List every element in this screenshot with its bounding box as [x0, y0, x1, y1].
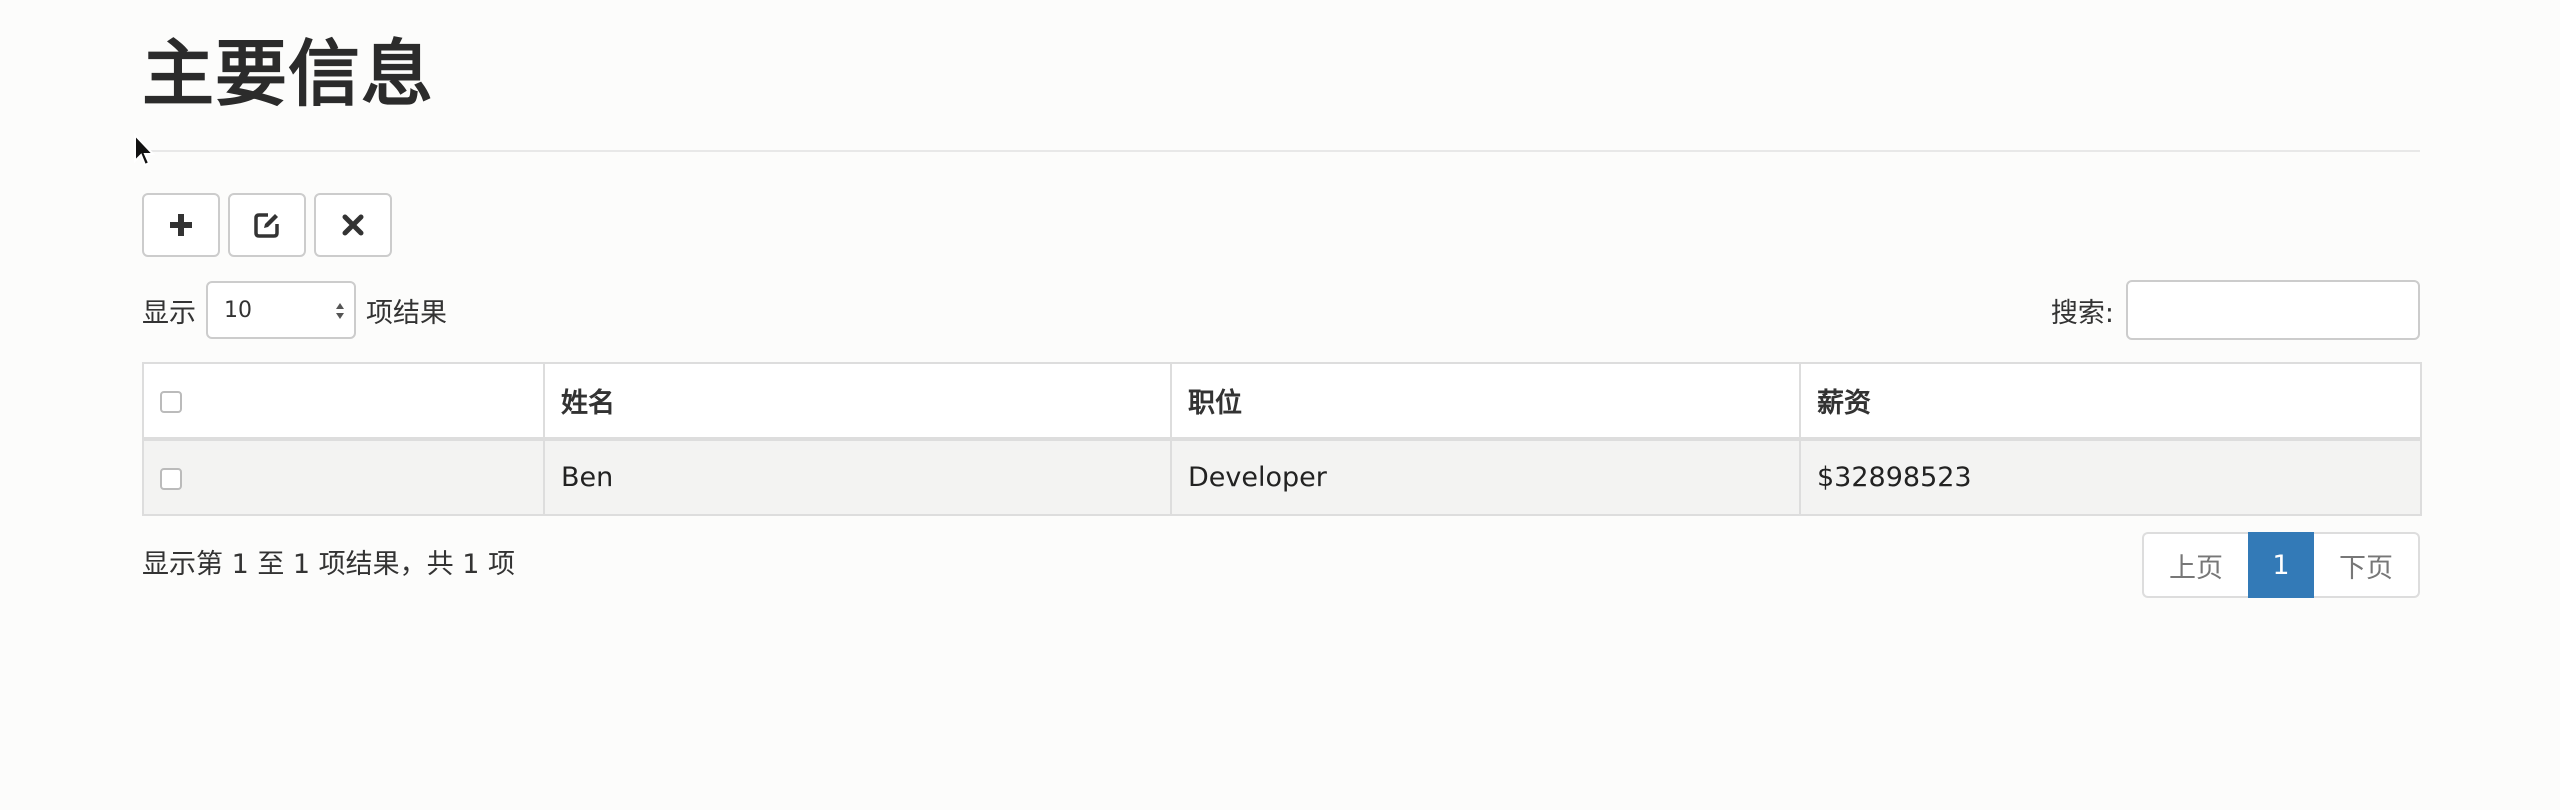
search-label: 搜索: [2050, 297, 2114, 329]
select-all-header [142, 362, 545, 441]
mouse-cursor-icon [134, 133, 156, 167]
plus-icon [170, 214, 192, 236]
title-divider [142, 150, 2420, 152]
table-header-row: 姓名 职位 薪资 [142, 362, 2422, 441]
table-row[interactable]: Ben Developer $32898523 [142, 438, 2422, 516]
length-suffix-label: 项结果 [366, 297, 447, 329]
search-input[interactable] [2126, 280, 2420, 340]
x-icon [342, 214, 364, 236]
select-arrows-icon [336, 303, 344, 319]
search-control: 搜索: [2051, 280, 2420, 340]
cell-salary: $32898523 [1799, 438, 2422, 516]
column-header-salary[interactable]: 薪资 [1799, 362, 2422, 441]
data-table: 姓名 职位 薪资 Ben Developer $32898523 [142, 362, 2422, 516]
prev-page-button[interactable]: 上页 [2142, 532, 2248, 598]
add-button[interactable] [142, 193, 220, 257]
page-length-select[interactable]: 10 [206, 281, 356, 339]
cell-name: Ben [543, 438, 1172, 516]
row-checkbox[interactable] [160, 467, 182, 490]
length-control: 显示 10 项结果 [142, 280, 447, 340]
next-page-button[interactable]: 下页 [2314, 532, 2420, 598]
column-header-position[interactable]: 职位 [1170, 362, 1801, 441]
row-select-cell [142, 438, 545, 516]
page-length-value: 10 [224, 297, 252, 323]
edit-button[interactable] [228, 193, 306, 257]
length-prefix-label: 显示 [142, 297, 196, 329]
edit-icon [254, 213, 279, 238]
column-header-name[interactable]: 姓名 [543, 362, 1172, 441]
cell-position: Developer [1170, 438, 1801, 516]
page-1-button[interactable]: 1 [2248, 532, 2314, 598]
select-all-checkbox[interactable] [160, 390, 182, 413]
pagination: 上页 1 下页 [2142, 532, 2420, 598]
page-title: 主要信息 [142, 32, 435, 116]
table-info: 显示第 1 至 1 项结果，共 1 项 [142, 549, 516, 580]
delete-button[interactable] [314, 193, 392, 257]
